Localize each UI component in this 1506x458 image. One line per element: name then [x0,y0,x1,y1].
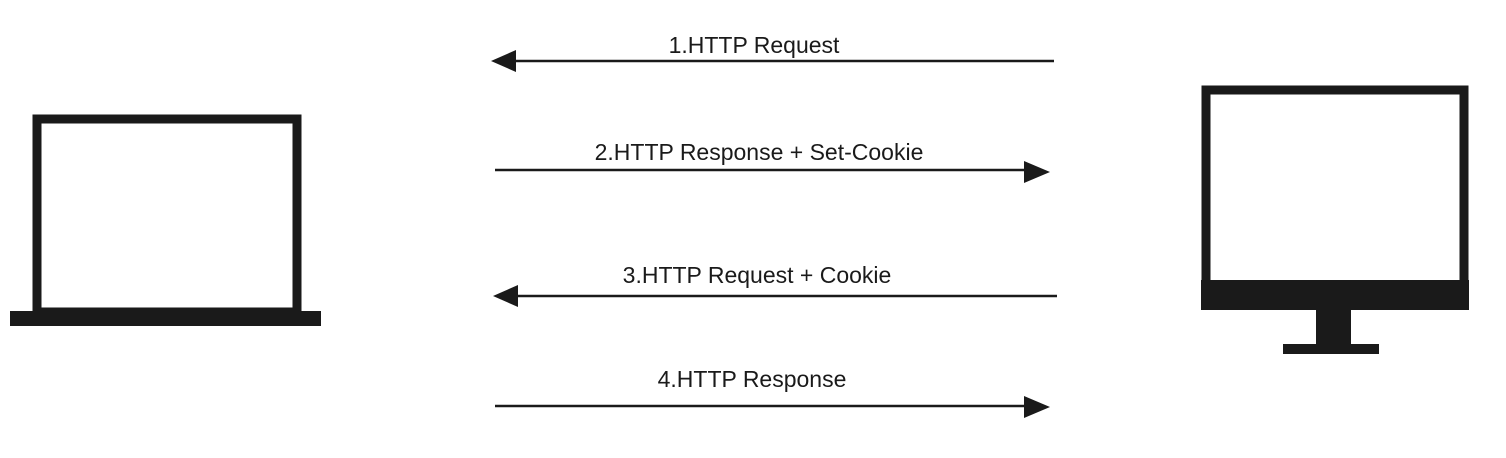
desktop-monitor-icon [1201,85,1469,354]
monitor-neck [1316,308,1351,348]
sequence-diagram: 1.HTTP Request 2.HTTP Response + Set-Coo… [0,0,1506,458]
message-label-1: 1.HTTP Request [669,32,840,58]
message-4: 4.HTTP Response [495,366,1050,418]
message-label-2: 2.HTTP Response + Set-Cookie [595,139,924,165]
arrowhead-left-icon [493,285,518,307]
message-3: 3.HTTP Request + Cookie [493,262,1057,307]
laptop-icon [10,114,321,326]
diagram-canvas: 1.HTTP Request 2.HTTP Response + Set-Coo… [10,32,1469,418]
message-label-4: 4.HTTP Response [658,366,847,392]
laptop-base [10,311,321,326]
message-1: 1.HTTP Request [491,32,1054,72]
arrowhead-left-icon [491,50,516,72]
monitor-bezel [1201,280,1469,310]
monitor-stand [1283,344,1379,354]
laptop-screen [32,114,302,317]
message-label-3: 3.HTTP Request + Cookie [623,262,892,288]
arrowhead-right-icon [1024,396,1050,418]
monitor-screen [1201,85,1469,291]
message-2: 2.HTTP Response + Set-Cookie [495,139,1050,183]
arrowhead-right-icon [1024,161,1050,183]
